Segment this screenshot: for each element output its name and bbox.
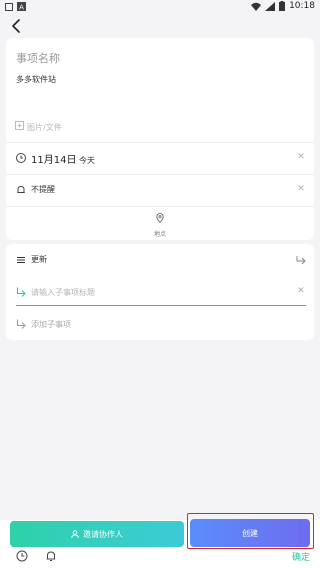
subtask-branch-icon	[17, 287, 26, 297]
attachment-label: 图片/文件	[27, 123, 62, 132]
date-text: 11月14日 今天	[31, 151, 95, 166]
app-a-icon: A	[17, 2, 26, 11]
battery-icon	[279, 1, 286, 11]
divider	[6, 142, 314, 143]
list-icon	[17, 256, 25, 264]
status-bar: A 10:18	[0, 0, 320, 14]
signal-icon	[265, 1, 276, 11]
date-main: 11月14日	[31, 155, 77, 166]
location-label: 地点	[153, 231, 166, 238]
location-button[interactable]: 地点	[6, 208, 314, 238]
date-row[interactable]: 11月14日 今天 ✕	[6, 144, 314, 172]
person-icon	[71, 530, 79, 538]
task-content-text[interactable]: 多多软件站	[16, 74, 56, 85]
confirm-button[interactable]: 确定	[292, 550, 310, 563]
subtask-branch-icon	[17, 319, 26, 329]
bell-icon[interactable]	[44, 549, 58, 563]
task-title-label[interactable]: 事项名称	[16, 50, 60, 66]
status-time: 10:18	[289, 1, 315, 11]
svg-text:A: A	[19, 4, 24, 12]
date-today: 今天	[79, 156, 95, 165]
clear-reminder-icon[interactable]: ✕	[296, 184, 306, 194]
divider	[6, 206, 314, 207]
notification-square-icon	[5, 2, 13, 11]
bottom-toolbar	[0, 548, 320, 568]
status-right: 10:18	[251, 1, 315, 11]
clear-date-icon[interactable]: ✕	[296, 152, 306, 162]
clock-icon[interactable]	[15, 549, 29, 563]
subtask-input[interactable]: 请输入子事项标题	[31, 287, 95, 298]
reminder-text: 不提醒	[31, 185, 55, 194]
top-bar	[0, 14, 320, 38]
add-subtask-label: 添加子事项	[31, 320, 71, 329]
invite-collaborator-button[interactable]: 邀请协作人	[10, 521, 184, 547]
subtask-header-row: 更新	[6, 246, 314, 274]
invite-label: 邀请协作人	[83, 529, 123, 539]
input-underline	[16, 305, 306, 306]
task-form-card: 事项名称 多多软件站 图片/文件 11月14日 今天 ✕ 不提醒 ✕ 地点	[6, 38, 314, 240]
clock-icon	[16, 153, 26, 163]
subtask-header-title: 更新	[31, 255, 47, 264]
attachment-icon	[15, 121, 24, 130]
wifi-icon	[251, 2, 262, 11]
reminder-row[interactable]: 不提醒 ✕	[6, 176, 314, 204]
add-subtask-row[interactable]: 添加子事项	[6, 310, 314, 338]
subtask-card: 更新 请输入子事项标题 ✕ 添加子事项	[6, 244, 314, 340]
status-left: A	[5, 2, 26, 11]
location-pin-icon	[156, 213, 164, 224]
divider	[6, 174, 314, 175]
subtask-input-row[interactable]: 请输入子事项标题 ✕	[6, 278, 314, 306]
bell-icon	[17, 185, 25, 193]
back-arrow-icon[interactable]	[8, 17, 26, 35]
subtask-type-icon[interactable]	[296, 255, 306, 265]
create-button-highlight	[187, 513, 314, 549]
clear-subtask-input-icon[interactable]: ✕	[296, 286, 306, 296]
